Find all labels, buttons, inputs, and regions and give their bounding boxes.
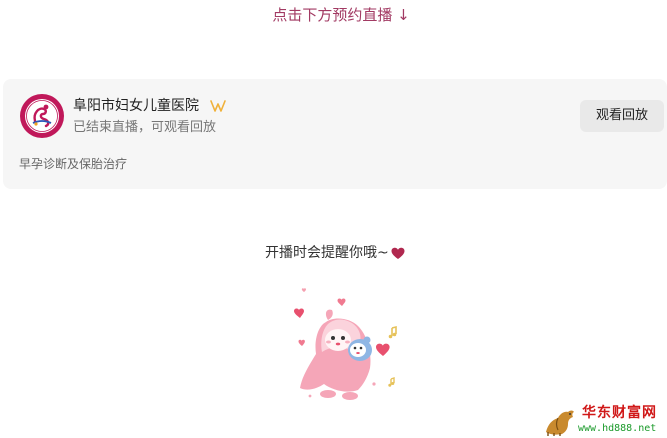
heart-icon xyxy=(298,339,305,346)
watermark-url: www.hd888.net xyxy=(578,423,657,434)
heart-icon xyxy=(391,247,405,259)
org-name[interactable]: 阜阳市妇女儿童医院 xyxy=(73,96,199,116)
watermark-title: 华东财富网 xyxy=(582,405,657,421)
horse-logo-icon xyxy=(546,410,574,436)
hospital-logo xyxy=(20,94,64,138)
live-status: 已结束直播，可观看回放 xyxy=(73,120,217,135)
site-watermark: 华东财富网 www.hd888.net xyxy=(542,404,667,438)
live-card: 阜阳市妇女儿童医院 已结束直播，可观看回放 观看回放 早孕诊断及保胎治疗 xyxy=(3,79,667,189)
reminder-text: 开播时会提醒你哦~ xyxy=(265,245,389,261)
watch-replay-button[interactable]: 观看回放 xyxy=(580,100,664,132)
reserve-live-hint: 点击下方预约直播 ↓ xyxy=(272,6,410,24)
live-description: 早孕诊断及保胎治疗 xyxy=(19,157,128,171)
heart-icon xyxy=(301,288,306,292)
heart-icon xyxy=(337,298,346,306)
heart-icon xyxy=(294,308,304,318)
verified-badge-icon xyxy=(210,100,226,112)
reminder-text-row: 开播时会提醒你哦~ xyxy=(265,243,405,263)
mascot-illustration xyxy=(294,288,397,400)
heart-icon xyxy=(376,343,390,356)
